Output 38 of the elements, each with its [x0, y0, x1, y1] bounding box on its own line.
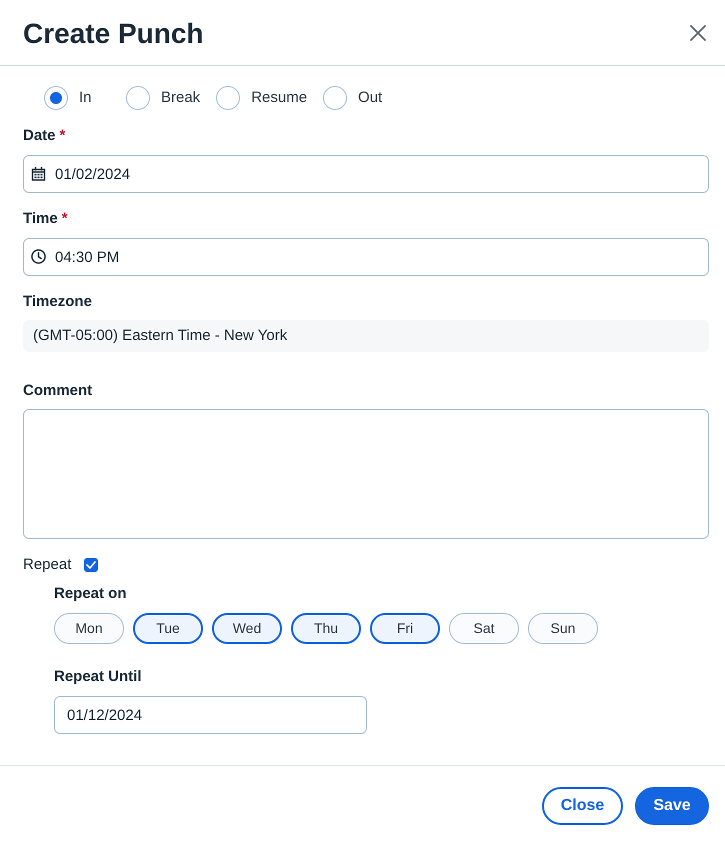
field-label: Repeat Until	[54, 667, 142, 687]
calendar-icon	[31, 166, 46, 181]
required-mark: *	[60, 127, 66, 144]
radio-button[interactable]	[126, 86, 150, 110]
radio-button[interactable]	[216, 86, 240, 110]
repeat-until-field[interactable]: 01/12/2024	[54, 696, 367, 734]
clock-icon	[31, 249, 46, 264]
field-label: Date	[23, 127, 56, 144]
date-field[interactable]: 01/02/2024	[23, 155, 709, 193]
save-button[interactable]: Save	[635, 787, 709, 825]
day-toggle[interactable]: Fri	[370, 613, 440, 644]
repeat-checkbox[interactable]	[84, 558, 98, 572]
radio-button[interactable]	[323, 86, 348, 110]
close-button[interactable]: Close	[542, 787, 623, 825]
field-label: Time	[23, 210, 58, 227]
time-field[interactable]: 04:30 PM	[23, 238, 709, 276]
radio-label[interactable]: In	[79, 88, 92, 108]
radio-label[interactable]: Out	[358, 88, 382, 108]
day-toggle[interactable]: Sun	[528, 613, 598, 644]
field-label: Comment	[23, 382, 92, 399]
close-icon	[688, 22, 708, 42]
day-toggle[interactable]: Mon	[54, 613, 124, 644]
dialog-title: Create Punch	[23, 17, 204, 51]
field-label: Repeat on	[54, 584, 127, 604]
day-toggle[interactable]: Sat	[449, 613, 519, 644]
field-label: Timezone	[23, 293, 92, 310]
timezone-field: (GMT-05:00) Eastern Time - New York	[23, 320, 709, 352]
radio-label[interactable]: Break	[161, 88, 200, 108]
repeat-label: Repeat	[23, 555, 72, 575]
required-mark: *	[62, 210, 68, 227]
day-toggle[interactable]: Wed	[212, 613, 282, 644]
check-icon	[86, 561, 96, 569]
radio-button[interactable]	[44, 86, 68, 110]
comment-field[interactable]	[23, 409, 709, 539]
day-toggle[interactable]: Tue	[133, 613, 203, 644]
dismiss-button[interactable]	[688, 22, 708, 42]
day-toggle[interactable]: Thu	[291, 613, 361, 644]
radio-label[interactable]: Resume	[251, 88, 308, 108]
